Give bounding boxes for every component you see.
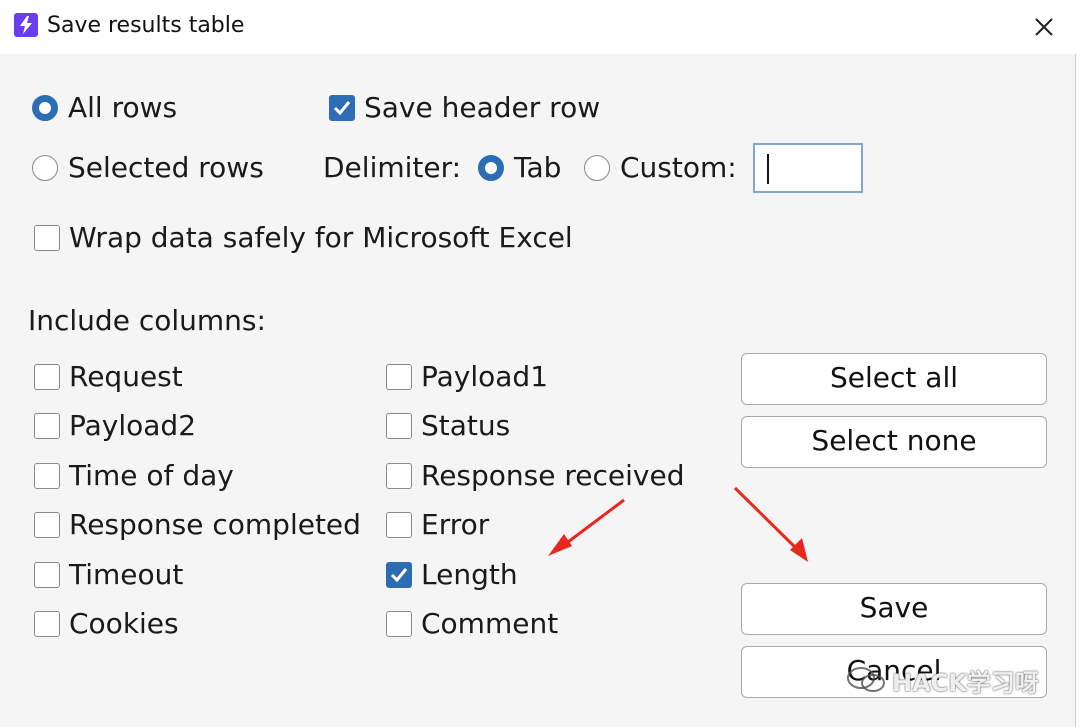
column-checkbox-length[interactable]: Length bbox=[386, 557, 518, 593]
selected-rows-radio[interactable]: Selected rows bbox=[32, 150, 264, 186]
checkbox-label: Payload2 bbox=[69, 409, 197, 442]
include-columns-heading: Include columns: bbox=[28, 304, 266, 337]
radio-selected-icon bbox=[32, 95, 58, 121]
checkbox-unchecked-icon bbox=[386, 413, 412, 439]
select-all-button[interactable]: Select all bbox=[741, 353, 1047, 405]
checkbox-label: Timeout bbox=[69, 558, 184, 591]
checkbox-label: Time of day bbox=[69, 459, 234, 492]
lightning-app-icon bbox=[14, 13, 38, 37]
wechat-icon bbox=[847, 667, 885, 692]
column-checkbox-error[interactable]: Error bbox=[386, 507, 489, 543]
column-checkbox-timeout[interactable]: Timeout bbox=[34, 557, 183, 593]
wrap-excel-checkbox[interactable]: Wrap data safely for Microsoft Excel bbox=[34, 220, 573, 256]
checkbox-unchecked-icon bbox=[386, 512, 412, 538]
column-checkbox-payload1[interactable]: Payload1 bbox=[386, 359, 548, 395]
checkbox-label: Error bbox=[421, 508, 490, 541]
checkbox-unchecked-icon bbox=[34, 225, 60, 251]
delimiter-tab-radio[interactable]: Tab bbox=[478, 150, 561, 186]
save-results-dialog: Save results table All rows Selected row… bbox=[0, 0, 1076, 727]
delimiter-custom-radio[interactable]: Custom: bbox=[584, 150, 737, 186]
column-checkbox-response-received[interactable]: Response received bbox=[386, 458, 684, 494]
checkbox-checked-icon bbox=[386, 562, 412, 588]
selected-rows-label: Selected rows bbox=[68, 151, 264, 184]
column-checkbox-payload2[interactable]: Payload2 bbox=[34, 408, 196, 444]
radio-selected-icon bbox=[478, 155, 504, 181]
column-checkbox-status[interactable]: Status bbox=[386, 408, 510, 444]
radio-unselected-icon bbox=[32, 155, 58, 181]
delimiter-label: Delimiter: bbox=[323, 151, 462, 184]
checkbox-label: Comment bbox=[421, 607, 559, 640]
all-rows-radio[interactable]: All rows bbox=[32, 90, 177, 126]
checkbox-unchecked-icon bbox=[386, 364, 412, 390]
tab-label: Tab bbox=[514, 151, 562, 184]
checkbox-label: Length bbox=[421, 558, 518, 591]
close-icon bbox=[1035, 18, 1053, 36]
custom-label: Custom: bbox=[620, 151, 737, 184]
column-checkbox-comment[interactable]: Comment bbox=[386, 606, 558, 642]
select-none-button[interactable]: Select none bbox=[741, 416, 1047, 468]
text-caret bbox=[767, 154, 769, 184]
column-checkbox-time-of-day[interactable]: Time of day bbox=[34, 458, 234, 494]
checkbox-unchecked-icon bbox=[34, 413, 60, 439]
custom-delimiter-input[interactable] bbox=[753, 143, 863, 193]
checkbox-label: Payload1 bbox=[421, 360, 549, 393]
column-checkbox-cookies[interactable]: Cookies bbox=[34, 606, 179, 642]
watermark: HACK学习呀 bbox=[846, 662, 1039, 698]
title-bar: Save results table bbox=[0, 0, 1076, 54]
wrap-excel-label: Wrap data safely for Microsoft Excel bbox=[69, 221, 573, 254]
checkbox-label: Response received bbox=[421, 459, 685, 492]
checkbox-checked-icon bbox=[329, 95, 355, 121]
close-button[interactable] bbox=[1028, 12, 1060, 42]
save-button[interactable]: Save bbox=[741, 583, 1047, 635]
checkbox-unchecked-icon bbox=[34, 364, 60, 390]
checkbox-unchecked-icon bbox=[34, 562, 60, 588]
radio-unselected-icon bbox=[584, 155, 610, 181]
watermark-text: HACK学习呀 bbox=[892, 668, 1039, 697]
arrow-to-save-icon bbox=[733, 486, 808, 562]
save-header-row-label: Save header row bbox=[364, 91, 601, 124]
save-header-row-checkbox[interactable]: Save header row bbox=[329, 90, 600, 126]
checkbox-unchecked-icon bbox=[34, 611, 60, 637]
checkbox-label: Response completed bbox=[69, 508, 361, 541]
checkbox-unchecked-icon bbox=[386, 611, 412, 637]
checkbox-unchecked-icon bbox=[34, 463, 60, 489]
checkbox-label: Cookies bbox=[69, 607, 179, 640]
checkbox-unchecked-icon bbox=[34, 512, 60, 538]
column-checkbox-request[interactable]: Request bbox=[34, 359, 183, 395]
checkbox-label: Status bbox=[421, 409, 511, 442]
arrow-to-length-icon bbox=[548, 498, 625, 556]
all-rows-label: All rows bbox=[68, 91, 178, 124]
checkbox-unchecked-icon bbox=[386, 463, 412, 489]
window-title: Save results table bbox=[47, 13, 245, 38]
column-checkbox-response-completed[interactable]: Response completed bbox=[34, 507, 361, 543]
checkbox-label: Request bbox=[69, 360, 183, 393]
